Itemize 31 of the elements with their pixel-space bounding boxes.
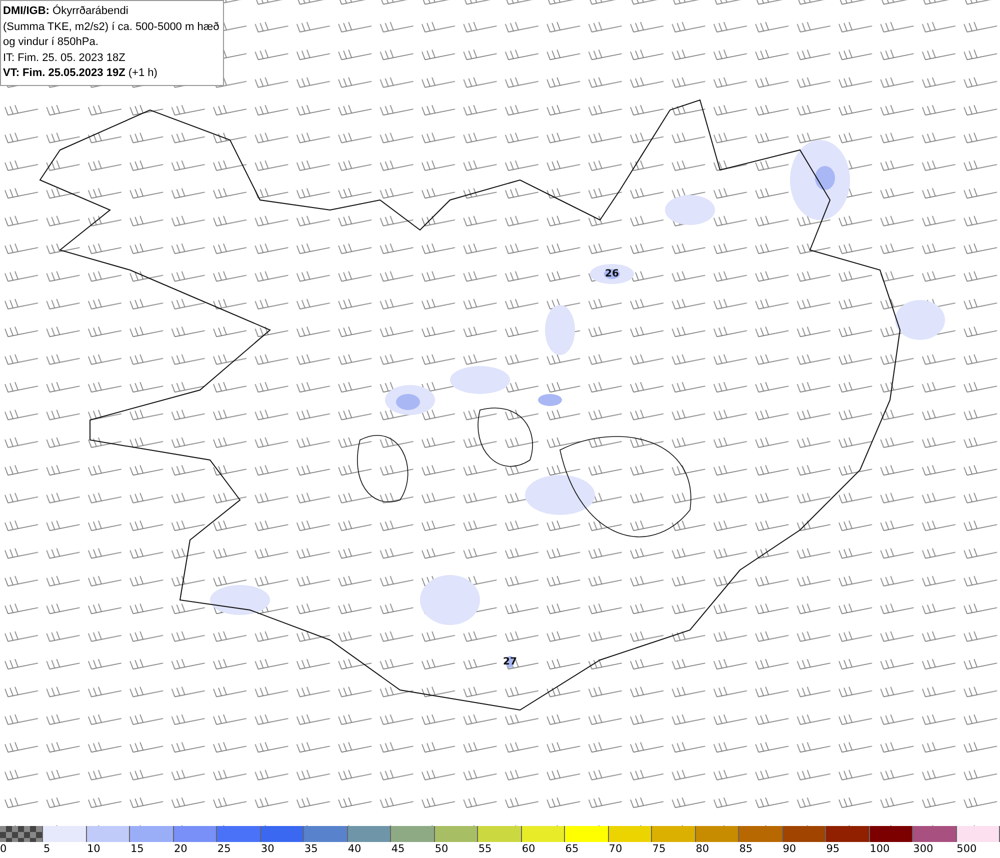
- legend-label: 0: [0, 842, 7, 857]
- legend-label: 15: [130, 842, 144, 857]
- legend-label: 100: [870, 842, 890, 857]
- legend-label: 50: [434, 842, 448, 857]
- legend-label: 65: [565, 842, 579, 857]
- legend-label: 75: [652, 842, 666, 857]
- value-label: 26: [605, 268, 619, 280]
- value-label: 27: [503, 656, 517, 668]
- legend-label: 300: [913, 842, 934, 857]
- legend-label: 45: [391, 842, 405, 857]
- info-text: og vindur í 850hPa.: [3, 35, 98, 50]
- legend-label: 55: [478, 842, 492, 857]
- legend-label: 25: [217, 842, 231, 857]
- legend-label: 10: [86, 842, 100, 857]
- legend-label: 500: [956, 842, 977, 857]
- legend-label: 85: [739, 842, 753, 857]
- info-text: (Summa TKE, m2/s2) í ca. 500-5000 m hæð: [3, 20, 220, 34]
- legend-label: 80: [696, 842, 710, 857]
- legend-label: 30: [260, 842, 274, 857]
- legend-label: 35: [304, 842, 318, 857]
- legend-label: 95: [826, 842, 840, 857]
- legend-label: 60: [522, 842, 536, 857]
- legend-label: 5: [43, 842, 50, 857]
- legend-label: 40: [348, 842, 362, 857]
- legend-label: 90: [782, 842, 796, 857]
- info-text: DMI/IGB: Ókyrrðarábendi: [3, 4, 128, 19]
- legend-label: 20: [174, 842, 188, 857]
- info-text: VT: Fim. 25.05.2023 19Z (+1 h): [3, 66, 158, 81]
- legend-label: 70: [608, 842, 622, 857]
- legend-swatch: [0, 826, 44, 842]
- info-text: IT: Fim. 25. 05. 2023 18Z: [3, 50, 126, 66]
